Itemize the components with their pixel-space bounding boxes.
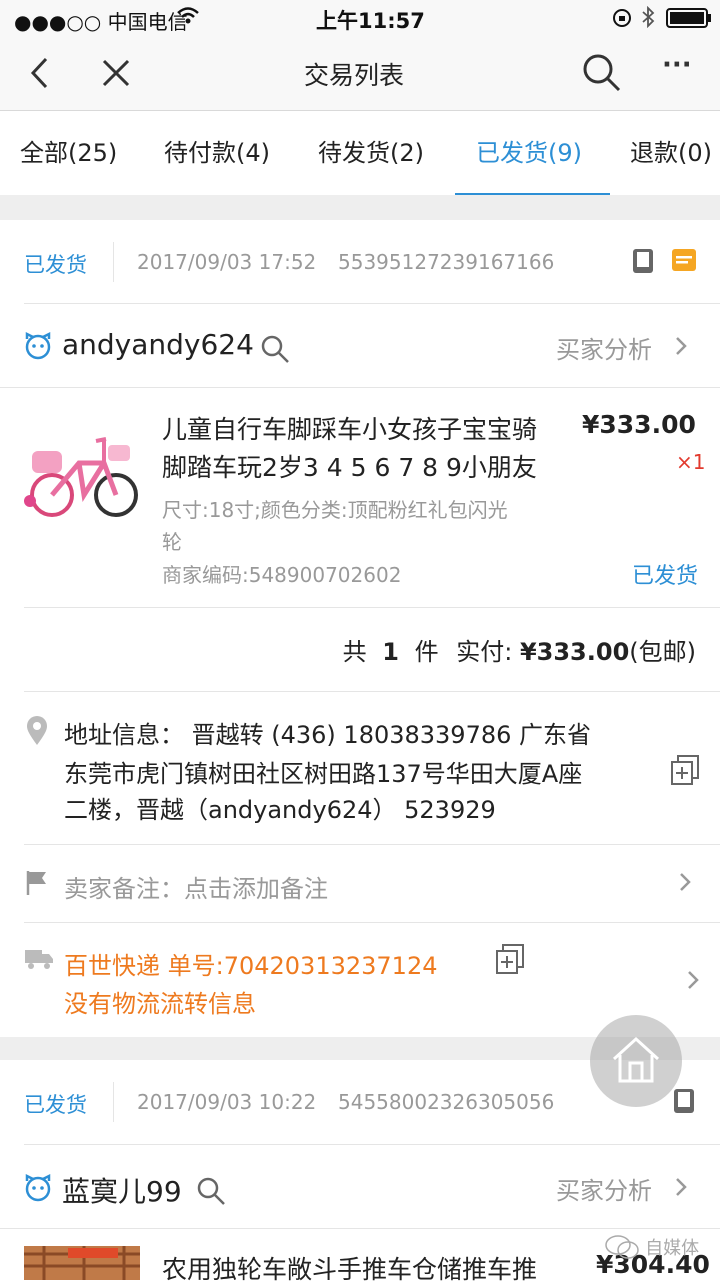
tab-bar: 全部(25) 待付款(4) 待发货(2) 已发货(9) 退款(0) — [0, 111, 720, 195]
buyer-search-icon[interactable] — [260, 334, 290, 364]
home-icon — [610, 1035, 662, 1085]
paid-label: 实付: — [456, 638, 513, 666]
tab-pending-shipment[interactable]: 待发货(2) — [318, 111, 424, 195]
merchant-code: 商家编码:548900702602 — [162, 563, 402, 587]
divider — [24, 303, 720, 304]
close-icon[interactable] — [101, 58, 131, 88]
address-line1: 地址信息： 晋越转 (436) 18038339786 广东省 — [64, 721, 592, 749]
logistics-status: 没有物流流转信息 — [64, 990, 256, 1018]
buyer-name[interactable]: andyandy624 — [62, 328, 254, 361]
tab-shipped[interactable]: 已发货(9) — [476, 111, 582, 195]
product-title[interactable]: 儿童自行车脚踩车小女孩子宝宝骑 — [162, 410, 537, 446]
shipping-note: (包邮) — [629, 638, 696, 666]
divider — [24, 691, 720, 692]
divider — [113, 1082, 114, 1122]
product-title-line2[interactable]: 脚踏车玩2岁3 4 5 6 7 8 9小朋友 — [162, 448, 537, 484]
status-bar: ●●●○○ 中国电信 上午11:57 — [0, 0, 720, 36]
back-icon[interactable] — [28, 56, 50, 90]
item-status: 已发货 — [632, 564, 699, 589]
address-line3: 二楼，晋越（andyandy624） 523929 — [64, 796, 496, 824]
location-pin-icon — [26, 716, 48, 746]
buyer-name[interactable]: 蓝寞儿99 — [62, 1170, 182, 1210]
product-price: ¥333.00 — [582, 410, 696, 439]
tablet-icon[interactable] — [673, 1088, 695, 1114]
order-card: 已发货 2017/09/03 17:52 55395127239167166 a… — [0, 220, 720, 1037]
divider — [24, 922, 720, 923]
section-gap — [0, 195, 720, 220]
divider — [113, 242, 114, 282]
divider — [24, 607, 720, 608]
copy-tracking-icon[interactable] — [496, 944, 524, 974]
order-total: 共 1 件 实付: ¥333.00(包邮) — [343, 632, 696, 667]
chevron-right-icon[interactable] — [687, 970, 699, 990]
buyer-analysis-link[interactable]: 买家分析 — [556, 1171, 652, 1206]
chevron-right-icon[interactable] — [679, 872, 691, 892]
product-spec-line2: 轮 — [162, 530, 182, 554]
product-quantity: ×1 — [676, 450, 706, 474]
carrier-label: ●●●○○ 中国电信 — [14, 10, 188, 34]
flag-icon — [26, 870, 48, 896]
order-datetime: 2017/09/03 17:52 — [137, 250, 317, 274]
item-count: 1 — [382, 638, 399, 666]
tab-all[interactable]: 全部(25) — [20, 111, 117, 195]
clock: 上午11:57 — [316, 9, 425, 33]
product-title[interactable]: 农用独轮车敞斗手推车仓储推车推 — [162, 1250, 537, 1286]
search-icon[interactable] — [582, 53, 622, 93]
logistics-tracking[interactable]: 百世快递 单号:70420313237124 — [64, 946, 438, 981]
battery-icon — [666, 8, 712, 28]
total-prefix: 共 — [342, 638, 367, 666]
seller-note[interactable]: 卖家备注：点击添加备注 — [64, 869, 328, 904]
more-icon[interactable]: ··· — [662, 50, 692, 80]
watermark-text: 自媒体 — [645, 1238, 700, 1259]
count-unit: 件 — [414, 638, 439, 666]
page-title: 交易列表 — [304, 61, 405, 90]
copy-address-icon[interactable] — [671, 755, 699, 785]
home-button[interactable] — [590, 1015, 682, 1107]
nav-bar: 交易列表 ··· — [0, 36, 720, 111]
truck-icon — [24, 948, 54, 970]
buyer-search-icon[interactable] — [196, 1176, 226, 1206]
order-number: 55395127239167166 — [338, 250, 555, 274]
rotation-lock-icon — [612, 8, 632, 28]
buyer-avatar-icon — [24, 1173, 52, 1203]
bluetooth-icon — [641, 6, 655, 28]
product-image[interactable] — [24, 423, 140, 523]
product-spec: 尺寸:18寸;颜色分类:顶配粉红礼包闪光 — [162, 498, 508, 522]
buyer-avatar-icon — [24, 331, 52, 361]
watermark-logo-icon — [604, 1234, 640, 1260]
order-status: 已发货 — [24, 253, 87, 277]
wifi-icon — [176, 6, 200, 26]
tab-refund[interactable]: 退款(0) — [630, 111, 712, 195]
order-status: 已发货 — [24, 1093, 87, 1117]
buyer-analysis-link[interactable]: 买家分析 — [556, 330, 652, 365]
divider — [24, 1144, 720, 1145]
watermark: 自媒体 — [604, 1234, 699, 1260]
tab-pending-payment[interactable]: 待付款(4) — [164, 111, 270, 195]
divider — [0, 387, 720, 388]
address-line2: 东莞市虎门镇树田社区树田路137号华田大厦A座 — [64, 760, 583, 788]
divider — [0, 1228, 720, 1229]
tablet-icon[interactable] — [632, 248, 654, 274]
product-image[interactable] — [24, 1246, 140, 1280]
paid-amount: ¥333.00 — [519, 638, 630, 666]
chevron-right-icon[interactable] — [675, 336, 687, 356]
order-number: 54558002326305056 — [338, 1090, 555, 1114]
divider — [24, 844, 720, 845]
chevron-right-icon[interactable] — [675, 1177, 687, 1197]
order-datetime: 2017/09/03 10:22 — [137, 1090, 317, 1114]
memo-icon[interactable] — [671, 248, 697, 272]
